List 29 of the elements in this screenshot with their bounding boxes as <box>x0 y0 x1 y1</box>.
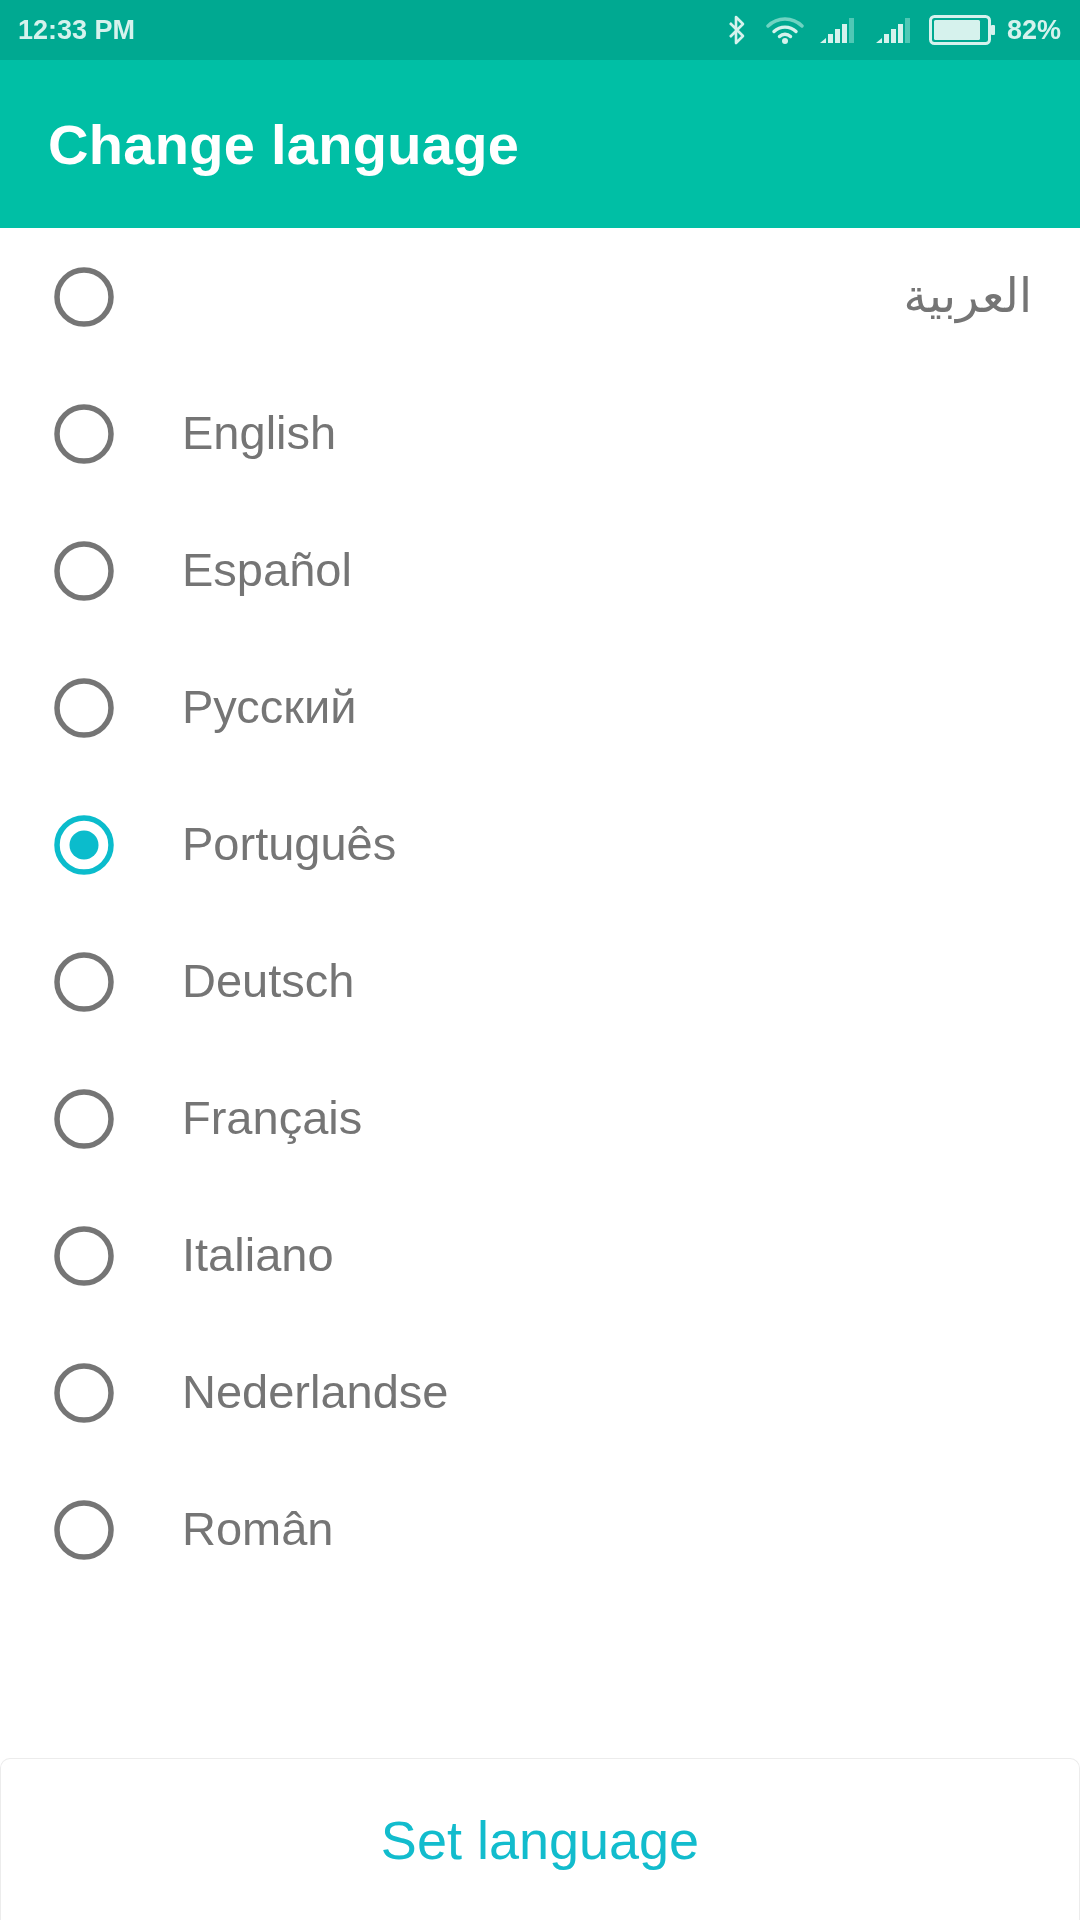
battery-percentage: 82% <box>1006 14 1061 46</box>
language-label[interactable]: Português <box>182 816 1032 873</box>
set-language-button[interactable]: Set language <box>0 1758 1080 1920</box>
radio-button[interactable] <box>54 677 114 738</box>
language-label[interactable]: العربية <box>182 268 1032 325</box>
bluetooth-icon <box>727 14 746 46</box>
language-label[interactable]: Français <box>182 1090 1032 1147</box>
radio-button[interactable] <box>54 1225 114 1286</box>
language-label[interactable]: Român <box>182 1501 1032 1558</box>
language-label[interactable]: Deutsch <box>182 953 1032 1010</box>
language-label[interactable]: Русский <box>182 679 1032 736</box>
signal-icon <box>819 17 856 43</box>
battery-icon <box>928 15 995 45</box>
language-label[interactable]: Italiano <box>182 1227 1032 1284</box>
radio-button[interactable] <box>54 814 114 875</box>
language-label[interactable]: Español <box>182 542 1032 599</box>
language-label[interactable]: English <box>182 405 1032 462</box>
radio-button[interactable] <box>54 1499 114 1560</box>
radio-button[interactable] <box>54 1362 114 1423</box>
radio-button[interactable] <box>54 266 114 327</box>
radio-button[interactable] <box>54 540 114 601</box>
radio-button[interactable] <box>54 403 114 464</box>
status-time: 12:33 PM <box>18 14 137 46</box>
radio-button[interactable] <box>54 951 114 1012</box>
language-label[interactable]: Nederlandse <box>182 1364 1032 1421</box>
wifi-icon <box>765 16 804 44</box>
screen-title: Change language <box>48 111 520 177</box>
signal-icon <box>875 17 912 43</box>
radio-button[interactable] <box>54 1088 114 1149</box>
